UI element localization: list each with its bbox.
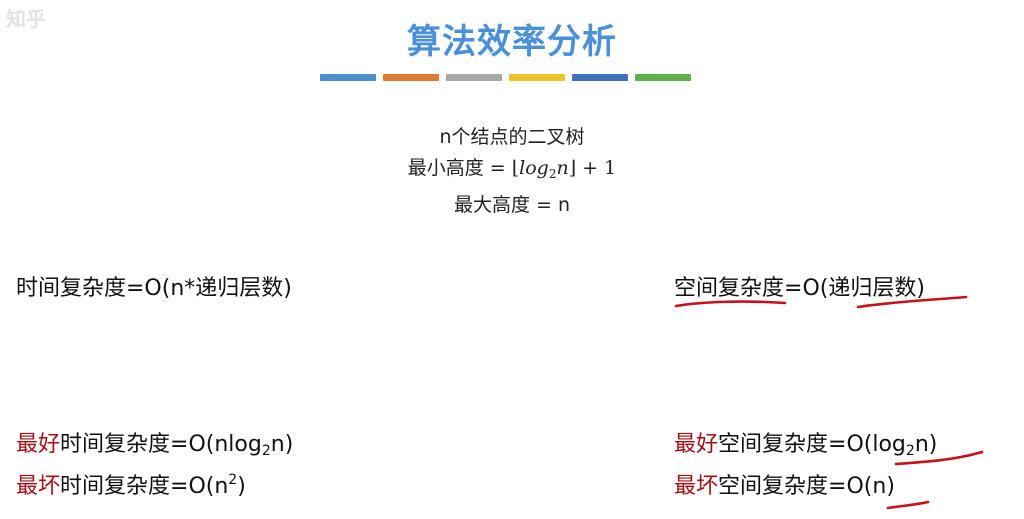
underline-space-complexity — [674, 300, 787, 308]
worst-label: 最坏 — [16, 474, 61, 499]
min-height-label: 最小高度 = — [407, 157, 506, 179]
space-complexity: 空间复杂度=O(递归层数) — [674, 276, 925, 301]
worst-space-complexity: 最坏空间复杂度=O(n) — [674, 474, 895, 499]
page-title: 算法效率分析 — [407, 22, 617, 62]
best-space-complexity: 最好空间复杂度=O(log2n) — [674, 432, 938, 459]
color-bar-segment — [320, 74, 376, 81]
color-bar-segment — [509, 74, 565, 81]
underline-n — [886, 500, 930, 510]
min-height-formula: ⌊log2n⌋ + 1 — [511, 157, 617, 181]
tree-height-info: n个结点的二叉树 最小高度 = ⌊log2n⌋ + 1 最大高度 = n — [0, 122, 1024, 221]
color-bar-segment — [446, 74, 502, 81]
min-height-line: 最小高度 = ⌊log2n⌋ + 1 — [0, 153, 1024, 190]
color-bar-segment — [572, 74, 628, 81]
tree-info-heading: n个结点的二叉树 — [439, 126, 585, 148]
max-height-line: 最大高度 = n — [453, 194, 571, 216]
worst-time-complexity: 最坏时间复杂度=O(n2) — [16, 472, 246, 499]
best-time-complexity: 最好时间复杂度=O(nlog2n) — [16, 432, 294, 459]
best-label: 最好 — [16, 432, 61, 457]
color-bar-segment — [635, 74, 691, 81]
color-bar-segment — [383, 74, 439, 81]
best-label: 最好 — [674, 432, 719, 457]
time-complexity: 时间复杂度=O(n*递归层数) — [16, 276, 292, 301]
color-bar — [320, 74, 691, 81]
worst-label: 最坏 — [674, 474, 719, 499]
